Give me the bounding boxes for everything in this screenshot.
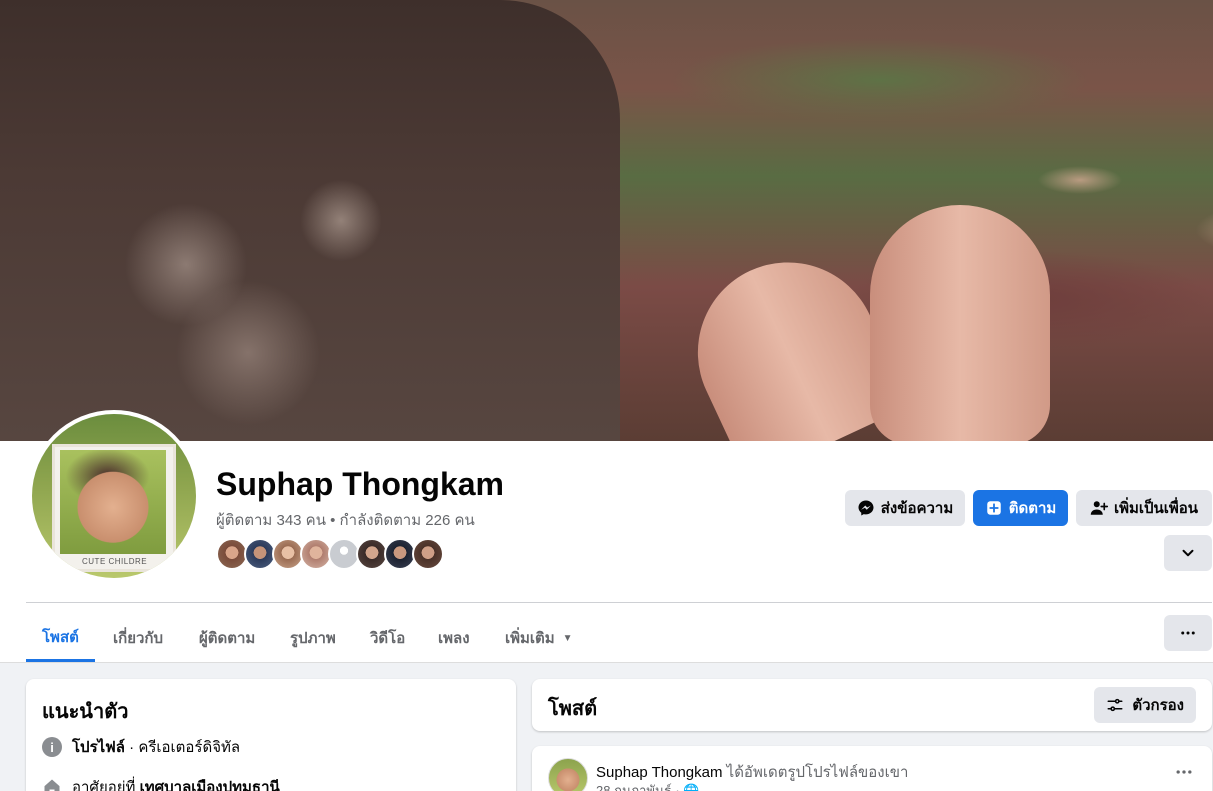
profile-stats[interactable]: ผู้ติดตาม 343 คน • กำลังติดตาม 226 คน [216, 508, 475, 532]
tab-label: วิดีโอ [370, 630, 406, 647]
intro-lives-place[interactable]: เทศบาลเมืองปทุมธานี [135, 779, 280, 791]
tab-label: เพลง [438, 630, 470, 647]
intro-profile-text: โปรไฟล์ · ครีเอเตอร์ดิจิทัล [72, 735, 240, 759]
intro-lives-label: อาศัยอยู่ที่ [72, 779, 136, 791]
chevron-down-icon [1182, 549, 1194, 557]
caret-down-icon: ▼ [562, 632, 573, 644]
globe-icon: 🌐 [683, 783, 700, 791]
tab-videos[interactable]: วิดีโอ [354, 614, 421, 662]
filter-button-label: ตัวกรอง [1132, 697, 1184, 714]
tab-label: เกี่ยวกับ [113, 630, 164, 647]
tab-photos[interactable]: รูปภาพ [274, 614, 352, 662]
home-icon [44, 779, 60, 791]
cover-photo[interactable] [0, 0, 1213, 441]
intro-title: แนะนำตัว [42, 701, 129, 723]
posts-header-card: โพสต์ ตัวกรอง [532, 679, 1212, 731]
post-author-name[interactable]: Suphap Thongkam [596, 764, 722, 781]
info-icon: i [42, 737, 62, 757]
cover-rock [0, 0, 620, 441]
profile-name: Suphap Thongkam [216, 466, 504, 502]
filter-button[interactable]: ตัวกรอง [1094, 687, 1196, 723]
post-author-avatar[interactable] [548, 758, 588, 791]
post-action-text: ได้อัพเดตรูปโปรไฟล์ของเขา [722, 764, 909, 781]
tab-label: ผู้ติดตาม [199, 630, 256, 647]
filter-icon [1107, 698, 1123, 712]
add-friend-icon [1090, 501, 1108, 515]
profile-options-button[interactable] [1164, 615, 1212, 651]
tab-more[interactable]: เพิ่มเติม ▼ [489, 614, 589, 662]
tab-followers[interactable]: ผู้ติดตาม [183, 614, 271, 662]
tab-music[interactable]: เพลง [422, 614, 486, 662]
intro-profile-value: · ครีเอเตอร์ดิจิทัล [125, 739, 241, 756]
follow-icon [986, 501, 1001, 515]
friend-avatars [216, 538, 444, 570]
messenger-icon [858, 500, 874, 516]
intro-lives-row: อาศัยอยู่ที่ เทศบาลเมืองปทุมธานี [42, 775, 280, 791]
friend-avatar[interactable] [412, 538, 444, 570]
post-meta: 28 กุมภาพันธ์ · 🌐 [596, 780, 700, 791]
tab-label: เพิ่มเติม [505, 630, 555, 647]
profile-avatar[interactable]: CUTE CHILDRE [28, 410, 200, 582]
add-friend-button-label: เพิ่มเป็นเพื่อน [1113, 500, 1199, 517]
post-date[interactable]: 28 กุมภาพันธ์ · [596, 783, 683, 791]
avatar-caption: CUTE CHILDRE [82, 557, 148, 566]
post-card: Suphap Thongkam ได้อัพเดตรูปโปรไฟล์ของเข… [532, 746, 1212, 791]
tabs-divider [26, 602, 1212, 603]
tab-posts[interactable]: โพสต์ [26, 614, 95, 662]
intro-profile-label: โปรไฟล์ [72, 739, 125, 756]
intro-profile-row: i โปรไฟล์ · ครีเอเตอร์ดิจิทัล [42, 735, 240, 759]
message-button[interactable]: ส่งข้อความ [845, 490, 965, 526]
tab-label: โพสต์ [42, 628, 79, 646]
add-friend-button[interactable]: เพิ่มเป็นเพื่อน [1076, 490, 1212, 526]
tab-label: รูปภาพ [290, 630, 336, 647]
intro-lives-text: อาศัยอยู่ที่ เทศบาลเมืองปทุมธานี [72, 775, 280, 791]
post-options-button[interactable] [1174, 762, 1194, 787]
expand-button[interactable] [1164, 535, 1212, 571]
tab-about[interactable]: เกี่ยวกับ [97, 614, 179, 662]
message-button-label: ส่งข้อความ [880, 500, 954, 517]
avatar-face [60, 450, 166, 554]
more-horizontal-icon [1181, 631, 1195, 635]
follow-button-label: ติดตาม [1008, 500, 1057, 517]
cover-thumb [870, 205, 1050, 441]
avatar-image: CUTE CHILDRE [32, 414, 196, 578]
intro-card: แนะนำตัว i โปรไฟล์ · ครีเอเตอร์ดิจิทัล อ… [26, 679, 516, 791]
posts-title: โพสต์ [548, 698, 598, 720]
more-horizontal-icon [1176, 770, 1192, 774]
follow-button[interactable]: ติดตาม [973, 490, 1068, 526]
